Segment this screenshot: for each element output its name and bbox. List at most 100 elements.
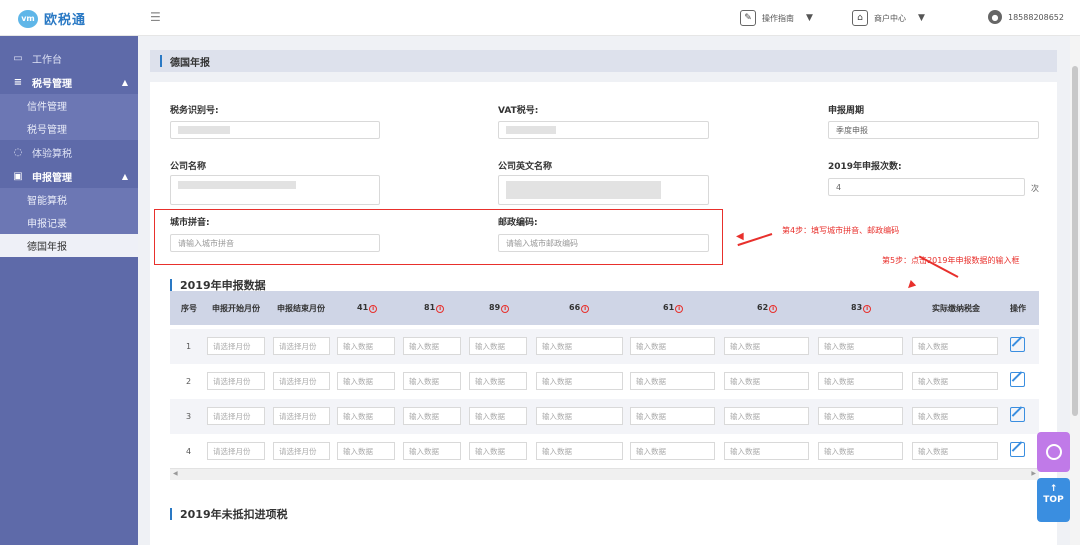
edit-icon[interactable] — [1010, 337, 1025, 352]
info-icon[interactable]: i — [863, 305, 872, 313]
edit-icon[interactable] — [1010, 442, 1025, 457]
start-month-select[interactable]: 请选择月份 — [207, 442, 265, 460]
city-input[interactable]: 请输入城市拼音 — [170, 234, 380, 252]
data-input[interactable]: 输入数据 — [630, 442, 715, 460]
col-code: 66 — [569, 303, 581, 312]
col-code: 83 — [851, 303, 863, 312]
data-input[interactable]: 输入数据 — [469, 442, 527, 460]
info-icon[interactable]: i — [769, 305, 778, 313]
data-input[interactable]: 输入数据 — [630, 372, 715, 390]
info-icon[interactable]: i — [369, 305, 378, 313]
chevron-up-icon: ▲ — [121, 171, 128, 181]
data-input[interactable]: 输入数据 — [630, 407, 715, 425]
period-select[interactable]: 季度申报 — [828, 121, 1039, 139]
customer-service-button[interactable] — [1037, 432, 1070, 472]
data-input[interactable]: 输入数据 — [403, 407, 461, 425]
annotation-step4: 第4步：填写城市拼音、邮政编码 — [782, 226, 900, 235]
start-month-select[interactable]: 请选择月份 — [207, 337, 265, 355]
monitor-icon: ▭ — [13, 52, 23, 64]
data-input[interactable]: 输入数据 — [403, 442, 461, 460]
count-input[interactable]: 4 — [828, 178, 1025, 196]
logo[interactable]: vm 欧税通 — [18, 9, 86, 28]
end-month-select[interactable]: 请选择月份 — [273, 372, 330, 390]
data-input[interactable]: 输入数据 — [818, 442, 903, 460]
sidebar-group-tax[interactable]: ≡ 税号管理 ▲ — [0, 70, 138, 94]
data-input[interactable]: 输入数据 — [337, 442, 395, 460]
sidebar-item-trial[interactable]: ◌ 体验算税 — [0, 140, 138, 164]
tax-id-input[interactable] — [170, 121, 380, 139]
redacted-value — [178, 126, 230, 134]
guide-menu[interactable]: ✎ 操作指南 ▼ — [740, 10, 813, 26]
count-label: 2019年申报次数: — [828, 162, 902, 172]
sidebar-item-label: 体验算税 — [32, 148, 72, 160]
clipboard-icon: ✎ — [740, 10, 756, 26]
data-input[interactable]: 输入数据 — [536, 407, 623, 425]
data-input[interactable]: 输入数据 — [337, 337, 395, 355]
edit-icon[interactable] — [1010, 372, 1025, 387]
data-input[interactable]: 输入数据 — [724, 372, 809, 390]
info-icon[interactable]: i — [501, 305, 510, 313]
edit-icon[interactable] — [1010, 407, 1025, 422]
menu-toggle-icon[interactable]: ☰ — [150, 10, 161, 24]
data-input[interactable]: 输入数据 — [469, 337, 527, 355]
scroll-thumb[interactable] — [1072, 66, 1078, 416]
user-menu[interactable]: ● 18588208652 — [988, 10, 1064, 24]
info-icon[interactable]: i — [675, 305, 684, 313]
store-icon: ⌂ — [852, 10, 868, 26]
back-to-top-button[interactable]: ↑ TOP — [1037, 478, 1070, 522]
data-input[interactable]: 输入数据 — [724, 407, 809, 425]
data-input[interactable]: 输入数据 — [403, 372, 461, 390]
info-icon[interactable]: i — [581, 305, 590, 313]
merchant-label: 商户中心 — [874, 13, 906, 23]
table-row: 1 请选择月份 请选择月份 输入数据 输入数据 输入数据 输入数据 输入数据 输入数据 输入数据输… — [170, 329, 1039, 364]
data-input[interactable]: 输入数据 — [724, 337, 809, 355]
data-input[interactable]: 输入数据 — [403, 337, 461, 355]
vertical-scrollbar[interactable] — [1070, 36, 1080, 545]
scroll-right-icon[interactable]: ▶ — [1031, 470, 1036, 477]
data-input[interactable]: 输入数据 — [818, 337, 903, 355]
city-label: 城市拼音: — [170, 218, 210, 228]
data-input[interactable]: 输入数据 — [337, 372, 395, 390]
end-month-select[interactable]: 请选择月份 — [273, 442, 330, 460]
col-code: 61 — [663, 303, 675, 312]
data-input[interactable]: 输入数据 — [536, 372, 623, 390]
sidebar-item-workbench[interactable]: ▭ 工作台 — [0, 46, 138, 70]
start-month-select[interactable]: 请选择月份 — [207, 372, 265, 390]
table-row: 4 请选择月份 请选择月份 输入数据 输入数据 输入数据 输入数据 输入数据 输入数据 输入数据输… — [170, 434, 1039, 469]
data-input[interactable]: 输入数据 — [912, 442, 998, 460]
end-month-select[interactable]: 请选择月份 — [273, 407, 330, 425]
data-input[interactable]: 输入数据 — [912, 337, 998, 355]
data-input[interactable]: 输入数据 — [818, 372, 903, 390]
data-input[interactable]: 输入数据 — [337, 407, 395, 425]
vat-input[interactable] — [498, 121, 709, 139]
top-header: vm 欧税通 ☰ ✎ 操作指南 ▼ ⌂ 商户中心 ▼ ● 18588208652 — [0, 0, 1080, 36]
data-input[interactable]: 输入数据 — [536, 337, 623, 355]
company-en-textarea[interactable] — [498, 175, 709, 205]
sidebar-item-label: 申报管理 — [32, 172, 72, 184]
merchant-menu[interactable]: ⌂ 商户中心 ▼ — [852, 10, 925, 26]
data-input[interactable]: 输入数据 — [469, 372, 527, 390]
sidebar-item-records[interactable]: 申报记录 — [0, 211, 138, 234]
end-month-select[interactable]: 请选择月份 — [273, 337, 330, 355]
user-phone: 18588208652 — [1008, 12, 1064, 22]
data-input[interactable]: 输入数据 — [630, 337, 715, 355]
sidebar-item-letters[interactable]: 信件管理 — [0, 94, 138, 117]
data-input[interactable]: 输入数据 — [724, 442, 809, 460]
sidebar-group-report[interactable]: ▣ 申报管理 ▲ — [0, 164, 138, 188]
data-input[interactable]: 输入数据 — [818, 407, 903, 425]
sidebar-item-taxid[interactable]: 税号管理 — [0, 117, 138, 140]
info-icon[interactable]: i — [436, 305, 445, 313]
sidebar-item-smart[interactable]: 智能算税 — [0, 188, 138, 211]
data-input[interactable]: 输入数据 — [912, 407, 998, 425]
scroll-left-icon[interactable]: ◀ — [173, 470, 178, 477]
postal-input[interactable]: 请输入城市邮政编码 — [498, 234, 709, 252]
data-input[interactable]: 输入数据 — [912, 372, 998, 390]
caret-down-icon: ▼ — [806, 13, 813, 23]
data-input[interactable]: 输入数据 — [536, 442, 623, 460]
horizontal-scrollbar[interactable]: ◀ ▶ — [170, 468, 1039, 480]
top-label: TOP — [1043, 495, 1064, 505]
company-textarea[interactable] — [170, 175, 380, 205]
data-input[interactable]: 输入数据 — [469, 407, 527, 425]
start-month-select[interactable]: 请选择月份 — [207, 407, 265, 425]
sidebar-item-de-annual[interactable]: 德国年报 — [0, 234, 138, 257]
